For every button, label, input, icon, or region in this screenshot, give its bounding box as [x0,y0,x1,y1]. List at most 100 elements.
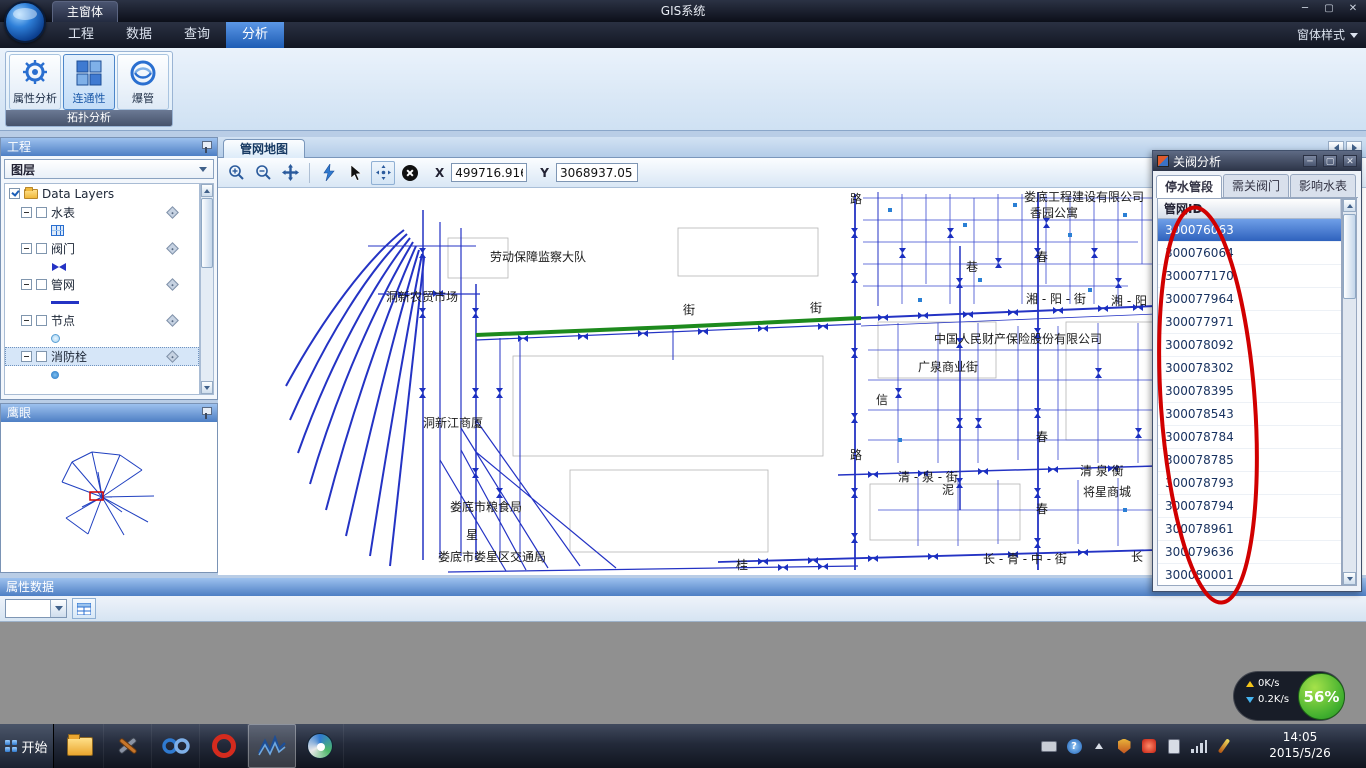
pipe-id-row[interactable]: 300080001 [1158,564,1341,586]
gis-app-button[interactable] [248,724,296,768]
layer-checkbox[interactable] [36,243,47,254]
drawing-app-button[interactable] [296,724,344,768]
file-explorer-button[interactable] [56,724,104,768]
clipboard-icon[interactable] [1166,738,1182,754]
pin-icon[interactable] [201,407,211,419]
pin-icon[interactable] [201,141,211,153]
red-ring-icon [212,734,236,758]
show-hidden-icons-button[interactable] [1091,738,1107,754]
panel-close-button[interactable]: ✕ [1343,155,1357,167]
minimize-button[interactable]: ─ [1296,3,1314,14]
map-label: 娄底工程建设有限公司 [1024,188,1144,205]
tab-valves-to-close[interactable]: 需关阀门 [1223,174,1289,197]
combo-dropdown-button[interactable] [50,600,66,617]
scroll-down-button[interactable] [201,381,213,394]
collapse-toggle[interactable] [21,279,32,290]
move-tool-button[interactable] [371,161,395,185]
tree-row-pipe-network[interactable]: 管网 [5,275,199,294]
antivirus-icon[interactable] [1141,738,1157,754]
cancel-button[interactable] [398,161,422,185]
tab-pipe-network-map[interactable]: 管网地图 [223,139,305,158]
menu-item-project[interactable]: 工程 [52,22,110,48]
attribute-analysis-button[interactable]: 属性分析 [9,54,61,110]
collapse-toggle[interactable] [21,243,32,254]
collapse-toggle[interactable] [21,351,32,362]
tab-affected-water-meters[interactable]: 影响水表 [1290,174,1356,197]
tab-stopped-pipe-segments[interactable]: 停水管段 [1156,175,1222,198]
y-coordinate-input[interactable] [556,163,638,182]
system-tools-button[interactable] [104,724,152,768]
scroll-down-button[interactable] [1343,572,1356,585]
menu-item-query[interactable]: 查询 [168,22,226,48]
tree-row-hydrant[interactable]: 消防栓 [5,347,199,366]
connectivity-button[interactable]: 连通性 [63,54,115,110]
pipe-id-row[interactable]: 300078092 [1158,334,1341,357]
memory-usage-badge[interactable]: 56% [1298,673,1345,720]
tree-scrollbar[interactable] [200,183,214,395]
pipe-id-row[interactable]: 300076064 [1158,242,1341,265]
attribute-grid-button[interactable] [72,598,96,619]
application-orb-button[interactable] [4,1,46,43]
tree-row-root[interactable]: Data Layers [5,184,199,203]
scroll-thumb[interactable] [1343,214,1356,299]
security-icon[interactable] [1116,738,1132,754]
scroll-up-button[interactable] [201,184,213,197]
layer-checkbox[interactable] [36,315,47,326]
document-tab[interactable]: 主窗体 [52,1,118,22]
menu-item-data[interactable]: 数据 [110,22,168,48]
tree-row-node[interactable]: 节点 [5,311,199,330]
select-arrow-button[interactable] [344,161,368,185]
layer-checkbox[interactable] [36,279,47,290]
zoom-out-button[interactable] [251,161,275,185]
x-coordinate-input[interactable] [451,163,527,182]
pipe-id-row[interactable]: 300079636 [1158,541,1341,564]
tree-row-valve[interactable]: 阀门 [5,239,199,258]
scroll-up-button[interactable] [1343,199,1356,212]
valve-analysis-header[interactable]: 关阀分析 ─ ▢ ✕ [1153,151,1361,171]
pipe-id-row[interactable]: 300078543 [1158,403,1341,426]
pan-button[interactable] [278,161,302,185]
pipe-id-row[interactable]: 300078794 [1158,495,1341,518]
collapse-toggle[interactable] [21,315,32,326]
network-signal-icon[interactable] [1191,738,1207,754]
network-speed-widget[interactable]: 0K/s 0.2K/s 56% [1233,671,1345,721]
help-icon[interactable]: ? [1066,738,1082,754]
grid-scrollbar[interactable] [1342,198,1357,586]
ribbon: 属性分析 连通性 [0,48,1366,131]
panel-maximize-button[interactable]: ▢ [1323,155,1337,167]
start-button[interactable]: 开始 [0,724,54,768]
eagle-eye-map[interactable] [2,422,216,571]
layer-checkbox[interactable] [36,207,47,218]
root-checkbox[interactable] [9,188,20,199]
input-pen-icon[interactable] [1216,738,1232,754]
browser-button[interactable] [200,724,248,768]
pipe-id-row[interactable]: 300076063 [1158,219,1341,242]
maximize-button[interactable]: ▢ [1320,3,1338,14]
pipe-id-row[interactable]: 300078395 [1158,380,1341,403]
burst-pipe-button[interactable]: 爆管 [117,54,169,110]
pipe-id-row[interactable]: 300078302 [1158,357,1341,380]
tree-row-watermeter[interactable]: 水表 [5,203,199,222]
zoom-in-button[interactable] [224,161,248,185]
panel-minimize-button[interactable]: ─ [1303,155,1317,167]
pipe-id-row[interactable]: 300078785 [1158,449,1341,472]
layer-checkbox[interactable] [36,351,47,362]
layer-combo[interactable]: 图层 [4,159,214,179]
window-style-menu[interactable]: 窗体样式 [1297,22,1358,48]
pipe-id-row[interactable]: 300077971 [1158,311,1341,334]
pipe-id-row[interactable]: 300077170 [1158,265,1341,288]
attribute-combo[interactable] [5,599,67,618]
collapse-toggle[interactable] [21,207,32,218]
menu-item-analysis[interactable]: 分析 [226,22,284,48]
close-button[interactable]: ✕ [1344,3,1362,14]
pipe-id-row[interactable]: 300078961 [1158,518,1341,541]
column-header-pipe-id[interactable]: 管网ID [1158,199,1341,219]
pipe-id-row[interactable]: 300078793 [1158,472,1341,495]
keyboard-icon[interactable] [1041,738,1057,754]
scroll-thumb[interactable] [201,198,213,268]
pipe-id-row[interactable]: 300077964 [1158,288,1341,311]
pipe-id-row[interactable]: 300078784 [1158,426,1341,449]
clock[interactable]: 14:05 2015/5/26 [1240,729,1360,761]
flash-locate-button[interactable] [317,161,341,185]
loop-app-button[interactable] [152,724,200,768]
